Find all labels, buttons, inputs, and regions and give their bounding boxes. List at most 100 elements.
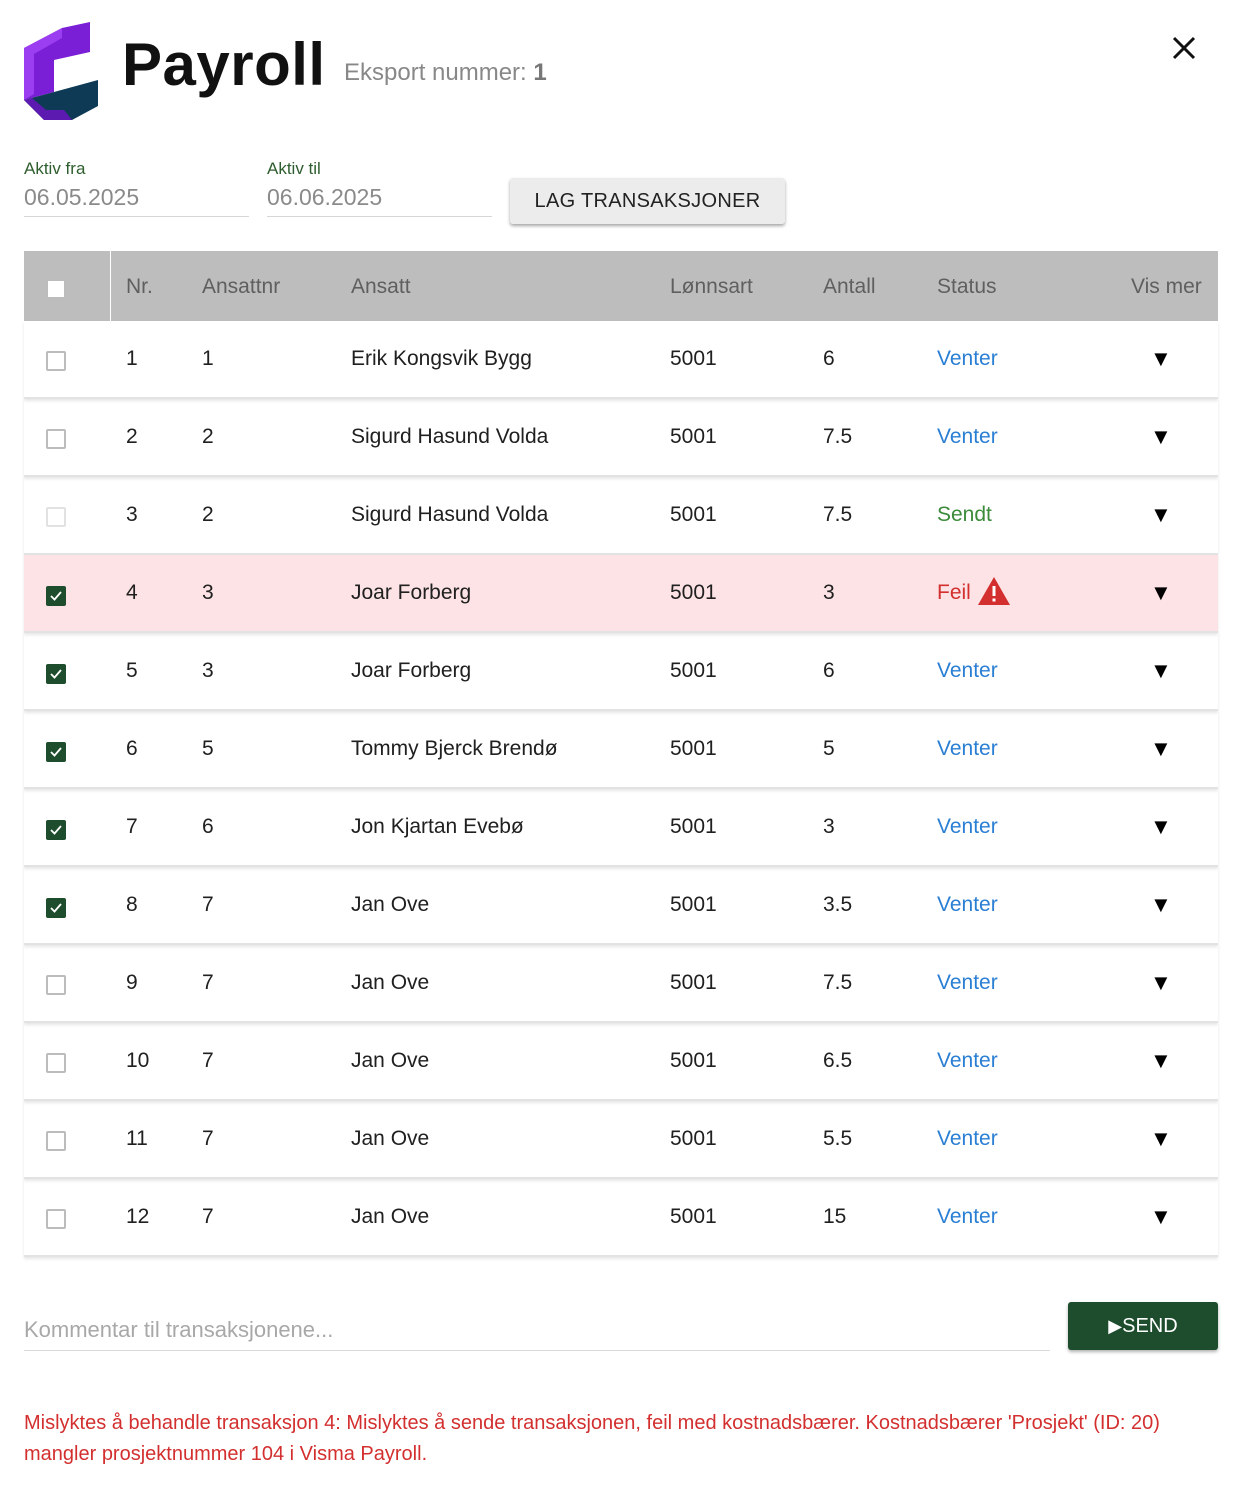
cell-lonnsart: 5001	[670, 1049, 717, 1072]
cell-ansatt: Sigurd Hasund Volda	[351, 425, 549, 448]
cell-status: Venter	[937, 945, 998, 1021]
to-date-input[interactable]: 06.06.2025	[267, 180, 492, 217]
status-badge: Sendt	[937, 503, 992, 526]
cell-antall: 6.5	[823, 1049, 853, 1072]
cell-ansattnr: 3	[202, 659, 214, 682]
table-row[interactable]: 10 7 Jan Ove 5001 6.5 Venter ▼	[24, 1023, 1218, 1101]
status-badge: Venter	[937, 737, 998, 760]
cell-status: Sendt	[937, 477, 992, 553]
header-lonnsart[interactable]: Lønnsart	[670, 251, 753, 321]
generate-transactions-button[interactable]: LAG TRANSAKSJONER	[510, 178, 785, 224]
table-row[interactable]: 3 2 Sigurd Hasund Volda 5001 7.5 Sendt ▼	[24, 477, 1218, 555]
cell-ansattnr: 7	[202, 971, 214, 994]
row-checkbox[interactable]	[46, 429, 66, 449]
cell-ansatt: Tommy Bjerck Brendø	[351, 737, 558, 760]
cell-antall: 5.5	[823, 1127, 853, 1150]
comment-input[interactable]: Kommentar til transaksjonene...	[24, 1306, 1050, 1351]
row-checkbox[interactable]	[46, 820, 66, 840]
cell-lonnsart: 5001	[670, 503, 717, 526]
table-row[interactable]: 5 3 Joar Forberg 5001 6 Venter ▼	[24, 633, 1218, 711]
header-nr[interactable]: Nr.	[126, 251, 153, 321]
cell-status: Venter	[937, 867, 998, 943]
row-checkbox[interactable]	[46, 975, 66, 995]
cell-nr: 8	[126, 893, 138, 916]
cell-lonnsart: 5001	[670, 425, 717, 448]
cell-nr: 11	[126, 1127, 148, 1150]
header: Payroll Eksport nummer: 1	[24, 18, 1218, 128]
expand-row-icon[interactable]: ▼	[1150, 1101, 1172, 1177]
cell-antall: 6	[823, 347, 835, 370]
expand-row-icon[interactable]: ▼	[1150, 633, 1172, 709]
expand-row-icon[interactable]: ▼	[1150, 1179, 1172, 1255]
expand-row-icon[interactable]: ▼	[1150, 477, 1172, 553]
expand-row-icon[interactable]: ▼	[1150, 1023, 1172, 1099]
check-icon	[50, 747, 62, 757]
cell-ansattnr: 7	[202, 1127, 214, 1150]
cell-antall: 15	[823, 1205, 847, 1228]
cell-ansattnr: 2	[202, 425, 214, 448]
expand-row-icon[interactable]: ▼	[1150, 945, 1172, 1021]
cell-ansattnr: 7	[202, 893, 214, 916]
transactions-table: Nr. Ansattnr Ansatt Lønnsart Antall Stat…	[24, 251, 1218, 1257]
table-row[interactable]: 8 7 Jan Ove 5001 3.5 Venter ▼	[24, 867, 1218, 945]
row-checkbox[interactable]	[46, 1131, 66, 1151]
cell-antall: 7.5	[823, 971, 853, 994]
table-row[interactable]: 4 3 Joar Forberg 5001 3 Feil ▼	[24, 555, 1218, 633]
expand-row-icon[interactable]: ▼	[1150, 399, 1172, 475]
from-date-input[interactable]: 06.05.2025	[24, 180, 249, 217]
expand-row-icon[interactable]: ▼	[1150, 867, 1172, 943]
header-ansattnr[interactable]: Ansattnr	[202, 251, 280, 321]
row-checkbox[interactable]	[46, 351, 66, 371]
cell-ansatt: Jon Kjartan Evebø	[351, 815, 524, 838]
cell-status: Venter	[937, 399, 998, 475]
table-row[interactable]: 11 7 Jan Ove 5001 5.5 Venter ▼	[24, 1101, 1218, 1179]
cell-ansatt: Jan Ove	[351, 893, 430, 916]
cell-status: Venter	[937, 321, 998, 397]
to-date-field[interactable]: Aktiv til 06.06.2025	[267, 158, 492, 217]
expand-row-icon[interactable]: ▼	[1150, 711, 1172, 787]
cell-status: Feil	[937, 555, 1011, 631]
row-checkbox[interactable]	[46, 1053, 66, 1073]
table-row[interactable]: 2 2 Sigurd Hasund Volda 5001 7.5 Venter ▼	[24, 399, 1218, 477]
row-checkbox[interactable]	[46, 742, 66, 762]
table-row[interactable]: 6 5 Tommy Bjerck Brendø 5001 5 Venter ▼	[24, 711, 1218, 789]
status-badge: Feil	[937, 581, 971, 604]
cell-lonnsart: 5001	[670, 971, 717, 994]
cell-ansatt: Sigurd Hasund Volda	[351, 503, 549, 526]
cell-nr: 10	[126, 1049, 150, 1072]
row-checkbox[interactable]	[46, 664, 66, 684]
status-badge: Venter	[937, 1049, 998, 1072]
select-all-checkbox[interactable]	[46, 279, 66, 299]
expand-row-icon[interactable]: ▼	[1150, 321, 1172, 397]
cell-lonnsart: 5001	[670, 815, 717, 838]
cell-antall: 7.5	[823, 425, 853, 448]
status-badge: Venter	[937, 893, 998, 916]
check-icon	[50, 591, 62, 601]
close-icon[interactable]	[1168, 32, 1200, 64]
cell-ansattnr: 5	[202, 737, 214, 760]
payroll-logo-icon	[24, 22, 98, 120]
expand-row-icon[interactable]: ▼	[1150, 789, 1172, 865]
cell-nr: 5	[126, 659, 138, 682]
send-button[interactable]: ▶SEND	[1068, 1302, 1218, 1350]
cell-ansatt: Joar Forberg	[351, 659, 472, 682]
comment-placeholder: Kommentar til transaksjonene...	[24, 1317, 334, 1342]
cell-status: Venter	[937, 711, 998, 787]
header-status[interactable]: Status	[937, 251, 997, 321]
table-row[interactable]: 9 7 Jan Ove 5001 7.5 Venter ▼	[24, 945, 1218, 1023]
row-checkbox[interactable]	[46, 1209, 66, 1229]
cell-status: Venter	[937, 1179, 998, 1255]
cell-ansatt: Joar Forberg	[351, 581, 472, 604]
from-date-field[interactable]: Aktiv fra 06.05.2025	[24, 158, 249, 217]
table-row[interactable]: 7 6 Jon Kjartan Evebø 5001 3 Venter ▼	[24, 789, 1218, 867]
header-ansatt[interactable]: Ansatt	[351, 251, 411, 321]
cell-ansattnr: 1	[202, 347, 214, 370]
header-antall[interactable]: Antall	[823, 251, 876, 321]
cell-antall: 7.5	[823, 503, 853, 526]
table-body: 1 1 Erik Kongsvik Bygg 5001 6 Venter ▼ 2 2 Sigurd…	[24, 321, 1218, 1257]
row-checkbox[interactable]	[46, 586, 66, 606]
table-row[interactable]: 1 1 Erik Kongsvik Bygg 5001 6 Venter ▼	[24, 321, 1218, 399]
table-row[interactable]: 12 7 Jan Ove 5001 15 Venter ▼	[24, 1179, 1218, 1257]
row-checkbox[interactable]	[46, 898, 66, 918]
expand-row-icon[interactable]: ▼	[1150, 555, 1172, 631]
